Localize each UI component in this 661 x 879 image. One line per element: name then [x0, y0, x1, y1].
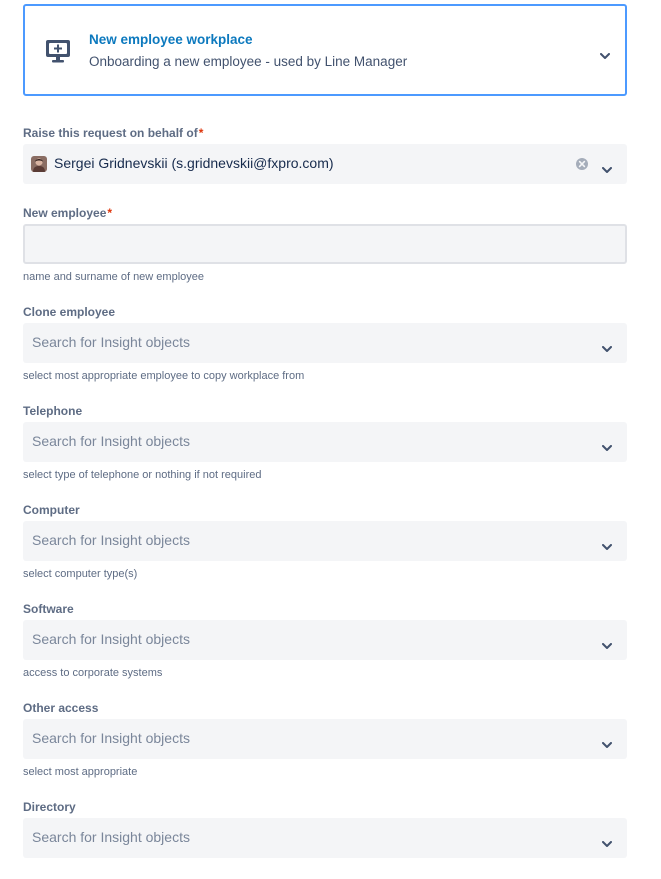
software-helper: access to corporate systems	[23, 667, 163, 679]
select-placeholder: Search for Insight objects	[32, 730, 190, 746]
computer-label: Computer	[23, 503, 80, 517]
select-placeholder: Search for Insight objects	[32, 334, 190, 350]
field-label: New employee*	[23, 205, 627, 221]
clone-employee-select[interactable]: Search for Insight objects	[23, 323, 627, 363]
directory-field: Directory Search for Insight objects	[23, 799, 627, 858]
telephone-select[interactable]: Search for Insight objects	[23, 422, 627, 462]
directory-select[interactable]: Search for Insight objects	[23, 818, 627, 858]
telephone-label: Telephone	[23, 404, 83, 418]
new-employee-helper: name and surname of new employee	[23, 271, 204, 283]
chevron-down-icon[interactable]	[602, 439, 612, 451]
select-placeholder: Search for Insight objects	[32, 631, 190, 647]
software-select[interactable]: Search for Insight objects	[23, 620, 627, 660]
on-behalf-label: Raise this request on behalf of	[23, 126, 198, 140]
on-behalf-select[interactable]: Sergei Gridnevskii (s.gridnevskii@fxpro.…	[23, 144, 627, 184]
other-access-helper: select most appropriate	[23, 766, 138, 778]
computer-select[interactable]: Search for Insight objects	[23, 521, 627, 561]
software-field: Software Search for Insight objects acce…	[23, 601, 627, 680]
clone-employee-helper: select most appropriate employee to copy…	[23, 370, 305, 382]
new-employee-input[interactable]	[23, 224, 627, 264]
other-access-label: Other access	[23, 701, 99, 715]
chevron-down-icon[interactable]	[602, 637, 612, 649]
new-employee-field: New employee* name and surname of new em…	[23, 205, 627, 284]
computer-field: Computer Search for Insight objects sele…	[23, 502, 627, 581]
chevron-down-icon[interactable]	[602, 538, 612, 550]
select-placeholder: Search for Insight objects	[32, 532, 190, 548]
request-type-description: Onboarding a new employee - used by Line…	[89, 54, 408, 69]
select-placeholder: Search for Insight objects	[32, 829, 190, 845]
select-placeholder: Search for Insight objects	[32, 433, 190, 449]
computer-helper: select computer type(s)	[23, 568, 138, 580]
service-desk-request-form: New employee workplace Onboarding a new …	[0, 0, 661, 879]
field-label: Raise this request on behalf of*	[23, 125, 627, 141]
avatar	[31, 156, 47, 172]
telephone-helper: select type of telephone or nothing if n…	[23, 469, 262, 481]
chevron-down-icon[interactable]	[602, 340, 612, 352]
required-marker: *	[198, 126, 204, 140]
telephone-field: Telephone Search for Insight objects sel…	[23, 403, 627, 482]
other-access-field: Other access Search for Insight objects …	[23, 700, 627, 779]
new-employee-label: New employee	[23, 206, 107, 220]
chevron-down-icon[interactable]	[602, 835, 612, 847]
software-label: Software	[23, 602, 74, 616]
other-access-select[interactable]: Search for Insight objects	[23, 719, 627, 759]
clone-employee-field: Clone employee Search for Insight object…	[23, 304, 627, 383]
add-workstation-icon	[45, 38, 71, 66]
on-behalf-field: Raise this request on behalf of* Sergei …	[23, 125, 627, 184]
chevron-down-icon[interactable]	[600, 47, 610, 59]
clone-employee-label: Clone employee	[23, 305, 116, 319]
request-type-selector[interactable]: New employee workplace Onboarding a new …	[23, 4, 627, 96]
directory-label: Directory	[23, 800, 76, 814]
chevron-down-icon[interactable]	[602, 736, 612, 748]
on-behalf-value: Sergei Gridnevskii (s.gridnevskii@fxpro.…	[54, 155, 334, 171]
chevron-down-icon[interactable]	[602, 161, 612, 173]
request-type-title: New employee workplace	[89, 32, 253, 47]
required-marker: *	[107, 206, 113, 220]
clear-icon[interactable]	[575, 157, 589, 171]
